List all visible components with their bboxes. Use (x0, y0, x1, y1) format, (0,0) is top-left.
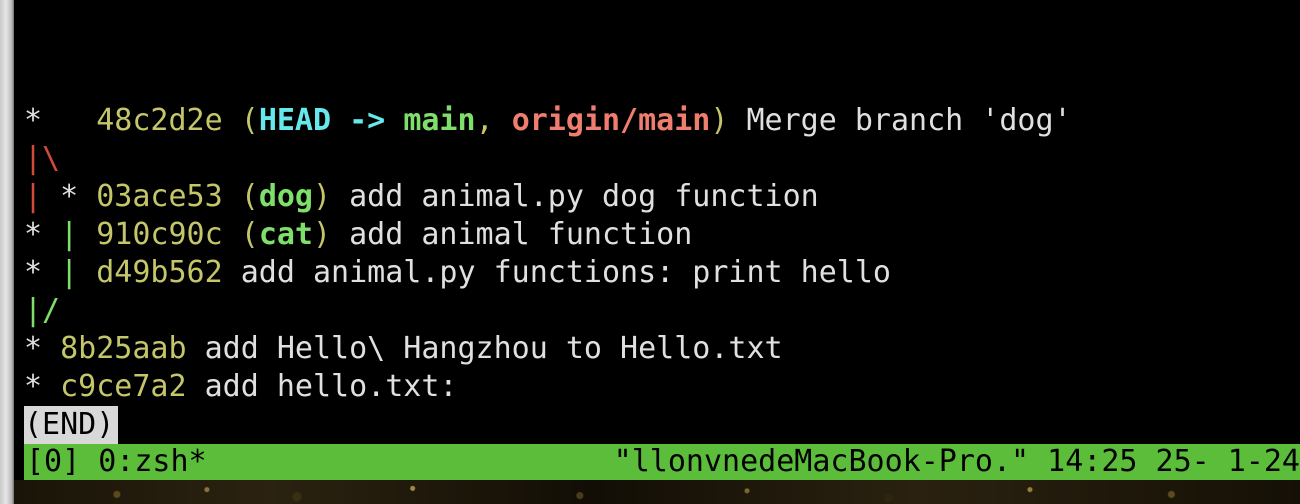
branch-ref-cat: cat (258, 217, 313, 252)
graph-marker: * (24, 103, 97, 138)
ref-close-paren: ) (313, 217, 332, 252)
branch-ref-main: main (403, 103, 476, 138)
commit-message: add animal.py dog function (331, 179, 819, 214)
graph-marker: * (24, 255, 61, 290)
log-line-graph-branch: |\ (24, 140, 1072, 178)
log-line-cat: * | 910c90c (cat) add animal function (24, 216, 1072, 254)
commit-message: add animal function (331, 217, 693, 252)
ref-close-paren: ) (313, 179, 332, 214)
tmux-status-right: "llonvnedeMacBook-Pro." 14:25 25- 1-24 (613, 444, 1300, 479)
graph-line-red: | (24, 179, 43, 214)
commit-hash: d49b562 (96, 255, 223, 290)
commit-message: Merge branch 'dog' (728, 103, 1072, 138)
ref-open-paren: ( (222, 217, 259, 252)
graph-branch-line: |\ (24, 141, 61, 176)
commit-hash: 8b25aab (60, 331, 187, 366)
tmux-window-list[interactable]: [0] 0:zsh* (26, 444, 207, 480)
commit-hash: 03ace53 (96, 179, 223, 214)
log-line-print-hello: * | d49b562 add animal.py functions: pri… (24, 254, 1072, 292)
head-pointer: HEAD -> (258, 103, 404, 138)
commit-hash: c9ce7a2 (60, 369, 187, 404)
terminal-output[interactable]: * 48c2d2e (HEAD -> main, origin/main) Me… (24, 102, 1072, 444)
pager-end-marker: (END) (24, 406, 119, 444)
ref-close-paren: ) (710, 103, 729, 138)
ref-open-paren: ( (222, 103, 259, 138)
graph-marker: * (24, 217, 61, 252)
terminal-window[interactable]: * 48c2d2e (HEAD -> main, origin/main) Me… (0, 0, 1300, 504)
pager-end-line: (END) (24, 406, 1072, 444)
commit-message: add Hello\ Hangzhou to Hello.txt (186, 331, 783, 366)
ref-open-paren: ( (222, 179, 259, 214)
graph-marker: * (42, 179, 97, 214)
log-line-hangzhou: * 8b25aab add Hello\ Hangzhou to Hello.t… (24, 330, 1072, 368)
graph-merge-line: |/ (24, 293, 61, 328)
graph-marker: * (24, 369, 61, 404)
graph-marker: * (24, 331, 61, 366)
commit-hash: 910c90c (96, 217, 223, 252)
branch-ref-dog: dog (258, 179, 313, 214)
log-line-graph-merge: |/ (24, 292, 1072, 330)
log-line-merge: * 48c2d2e (HEAD -> main, origin/main) Me… (24, 102, 1072, 140)
log-line-hello-txt: * c9ce7a2 add hello.txt: (24, 368, 1072, 406)
log-line-dog: | * 03ace53 (dog) add animal.py dog func… (24, 178, 1072, 216)
commit-message: add animal.py functions: print hello (222, 255, 891, 290)
graph-line-green: | (60, 255, 97, 290)
commit-hash: 48c2d2e (96, 103, 223, 138)
graph-line-green: | (60, 217, 97, 252)
commit-message: add hello.txt: (186, 369, 458, 404)
window-left-edge (0, 0, 14, 504)
desktop-wallpaper-strip (14, 480, 1300, 504)
tmux-status-bar: [0] 0:zsh* "llonvnedeMacBook-Pro." 14:25… (24, 444, 1300, 480)
remote-ref-origin-main: origin/main (511, 103, 711, 138)
ref-separator: , (475, 103, 512, 138)
